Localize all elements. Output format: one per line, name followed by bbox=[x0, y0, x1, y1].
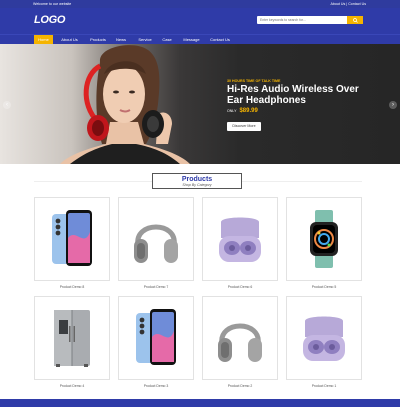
product-card[interactable] bbox=[118, 296, 194, 380]
welcome-text: Welcome to our website bbox=[33, 2, 72, 6]
prev-slide-button[interactable]: ‹ bbox=[3, 101, 11, 109]
footer-bar bbox=[0, 399, 400, 407]
product-name[interactable]: Product Demo 8 bbox=[34, 285, 110, 289]
header: LOGO bbox=[0, 8, 400, 34]
search-input[interactable] bbox=[257, 16, 346, 24]
product-name[interactable]: Product Demo 7 bbox=[118, 285, 194, 289]
hero-subtitle: 30 HOURS TIME OF TALK TIME bbox=[227, 79, 281, 83]
top-bar: Welcome to our website About Us | Contac… bbox=[0, 0, 400, 8]
product-name[interactable]: Product Demo 5 bbox=[286, 285, 362, 289]
product-card[interactable] bbox=[34, 197, 110, 281]
product-card[interactable] bbox=[202, 197, 278, 281]
product-name[interactable]: Product Demo 2 bbox=[202, 384, 278, 388]
site-logo[interactable]: LOGO bbox=[34, 14, 66, 26]
product-name[interactable]: Product Demo 1 bbox=[286, 384, 362, 388]
products-section-title: Products Shop By Category bbox=[152, 173, 242, 189]
search-icon bbox=[352, 17, 358, 23]
chevron-right-icon: › bbox=[392, 102, 394, 108]
product-card[interactable] bbox=[286, 197, 362, 281]
headphones-image bbox=[134, 224, 178, 263]
search-button[interactable] bbox=[347, 16, 363, 24]
product-card[interactable] bbox=[202, 296, 278, 380]
product-card[interactable] bbox=[118, 197, 194, 281]
product-card[interactable] bbox=[34, 296, 110, 380]
section-subtitle: Shop By Category bbox=[182, 183, 212, 187]
earbuds-image bbox=[303, 316, 345, 361]
price-prefix: ONLY bbox=[227, 109, 237, 113]
slide-indicators bbox=[192, 155, 202, 164]
hero-price: $89.99 bbox=[239, 108, 258, 114]
chevron-left-icon: ‹ bbox=[6, 102, 8, 108]
phone-image bbox=[136, 309, 176, 365]
hero-price-row: ONLY $89.99 bbox=[227, 108, 258, 114]
headphones-image bbox=[218, 323, 262, 362]
hero-banner: 30 HOURS TIME OF TALK TIME Hi-Res Audio … bbox=[0, 44, 400, 164]
hero-model-image bbox=[60, 45, 190, 164]
smartwatch-image bbox=[310, 210, 338, 268]
search-box bbox=[257, 16, 363, 24]
refrigerator-image bbox=[54, 310, 90, 367]
top-links[interactable]: About Us | Contact Us bbox=[331, 2, 367, 6]
product-name[interactable]: Product Demo 3 bbox=[118, 384, 194, 388]
section-title: Products bbox=[181, 176, 213, 183]
phone-image bbox=[52, 210, 92, 266]
earbuds-image bbox=[219, 217, 261, 262]
product-name[interactable]: Product Demo 6 bbox=[202, 285, 278, 289]
main-nav: Home About Us Products News Service Case… bbox=[0, 34, 400, 45]
product-card[interactable] bbox=[286, 296, 362, 380]
hero-title: Hi-Res Audio Wireless Over Ear Headphone… bbox=[227, 84, 359, 106]
discover-more-button[interactable]: Discover More bbox=[227, 122, 261, 131]
next-slide-button[interactable]: › bbox=[389, 101, 397, 109]
product-name[interactable]: Product Demo 4 bbox=[34, 384, 110, 388]
